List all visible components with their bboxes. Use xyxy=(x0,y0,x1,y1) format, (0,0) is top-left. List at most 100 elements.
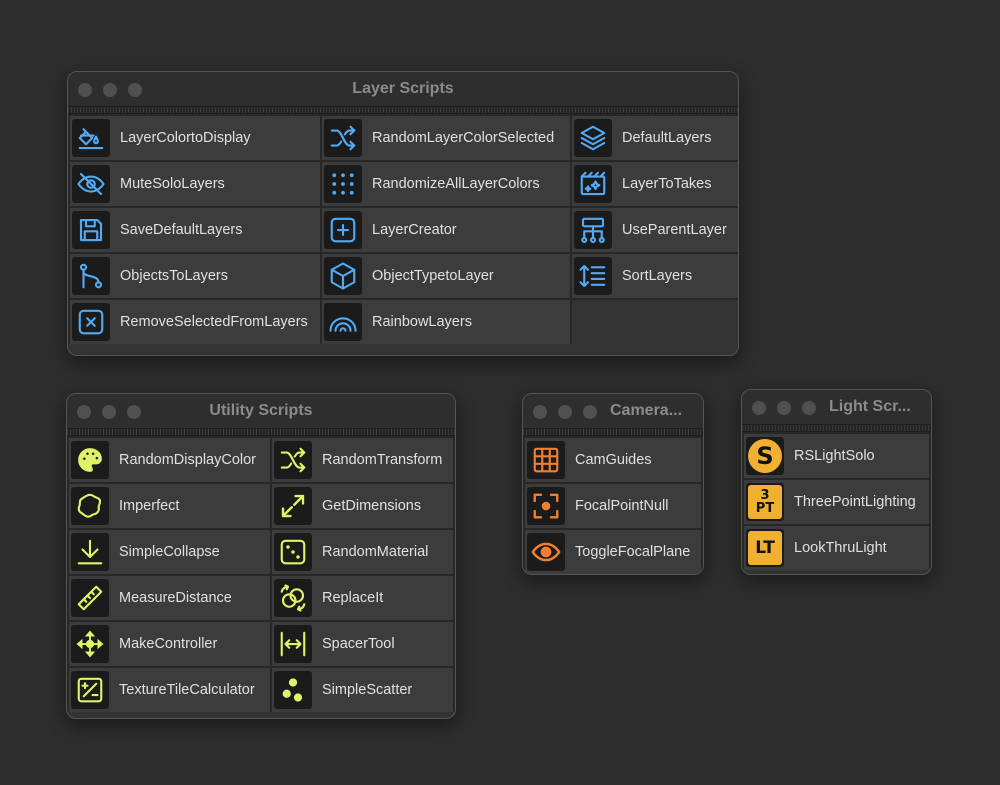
script-label: FocalPointNull xyxy=(575,498,669,514)
drag-separator[interactable] xyxy=(67,428,455,436)
drag-separator[interactable] xyxy=(68,106,738,114)
script-label: RandomLayerColorSelected xyxy=(372,130,555,146)
title-bar[interactable]: Utility Scripts xyxy=(67,394,455,428)
three-point-badge-icon: 3 PT xyxy=(746,483,784,521)
script-button-look-thru-light[interactable]: LT LookThruLight xyxy=(744,526,929,570)
script-button-layer-color-to-display[interactable]: LayerColortoDisplay xyxy=(70,116,320,160)
script-button-use-parent-layer[interactable]: UseParentLayer xyxy=(572,208,738,252)
rs-solo-badge-icon: S xyxy=(746,437,784,475)
script-button-toggle-focal-plane[interactable]: ToggleFocalPlane xyxy=(525,530,701,574)
script-label: CamGuides xyxy=(575,452,652,468)
eye-off-icon xyxy=(72,165,110,203)
hierarchy-icon xyxy=(574,211,612,249)
ruler-icon xyxy=(71,579,109,617)
script-button-get-dimensions[interactable]: GetDimensions xyxy=(272,484,453,528)
script-button-three-point-lighting[interactable]: 3 PT ThreePointLighting xyxy=(744,480,929,524)
eye-icon xyxy=(527,533,565,571)
title-bar[interactable]: Light Scr... xyxy=(742,390,931,424)
window-title: Camera... xyxy=(610,402,683,419)
script-button-mute-solo-layers[interactable]: MuteSoloLayers xyxy=(70,162,320,206)
script-button-make-controller[interactable]: MakeController xyxy=(69,622,270,666)
script-grid: S RSLightSolo 3 PT ThreePointLighting LT… xyxy=(742,432,931,570)
script-label: SimpleScatter xyxy=(322,682,413,698)
script-label: LayerCreator xyxy=(372,222,457,238)
script-button-layer-creator[interactable]: LayerCreator xyxy=(322,208,570,252)
script-button-sort-layers[interactable]: SortLayers xyxy=(572,254,738,298)
focus-target-icon xyxy=(527,487,565,525)
replace-circles-icon xyxy=(274,579,312,617)
blob-icon xyxy=(71,487,109,525)
script-grid: RandomDisplayColor RandomTransform Imper… xyxy=(67,436,455,712)
spacer-icon xyxy=(274,625,312,663)
script-label: ObjectTypetoLayer xyxy=(372,268,494,284)
window-controls xyxy=(752,401,816,415)
move-arrows-icon xyxy=(71,625,109,663)
script-label: MeasureDistance xyxy=(119,590,232,606)
script-button-objects-to-layers[interactable]: ObjectsToLayers xyxy=(70,254,320,298)
script-label: GetDimensions xyxy=(322,498,422,514)
window-title: Utility Scripts xyxy=(209,402,313,419)
clapperboard-icon xyxy=(574,165,612,203)
window-title: Light Scr... xyxy=(829,398,911,415)
script-button-cam-guides[interactable]: CamGuides xyxy=(525,438,701,482)
script-label: SortLayers xyxy=(622,268,693,284)
close-button[interactable] xyxy=(533,405,547,419)
script-label: UseParentLayer xyxy=(622,222,727,238)
script-button-save-default-layers[interactable]: SaveDefaultLayers xyxy=(70,208,320,252)
script-label: RemoveSelectedFromLayers xyxy=(120,314,308,330)
camera-scripts-window: Camera... CamGuides FocalPointNull Toggl… xyxy=(522,393,704,575)
drag-separator[interactable] xyxy=(523,428,703,436)
title-bar[interactable]: Camera... xyxy=(523,394,703,428)
close-button[interactable] xyxy=(752,401,766,415)
script-label: DefaultLayers xyxy=(622,130,712,146)
sort-lines-icon xyxy=(574,257,612,295)
drag-separator[interactable] xyxy=(742,424,931,432)
script-label: ToggleFocalPlane xyxy=(575,544,691,560)
script-button-rs-light-solo[interactable]: S RSLightSolo xyxy=(744,434,929,478)
script-button-randomize-all-layer-colors[interactable]: RandomizeAllLayerColors xyxy=(322,162,570,206)
script-button-layer-to-takes[interactable]: LayerToTakes xyxy=(572,162,738,206)
title-bar[interactable]: Layer Scripts xyxy=(68,72,738,106)
script-button-default-layers[interactable]: DefaultLayers xyxy=(572,116,738,160)
script-button-random-material[interactable]: RandomMaterial xyxy=(272,530,453,574)
scatter-dots-icon xyxy=(274,671,312,709)
light-scripts-window: Light Scr... S RSLightSolo 3 PT ThreePoi… xyxy=(741,389,932,575)
script-button-object-type-to-layer[interactable]: ObjectTypetoLayer xyxy=(322,254,570,298)
shuffle-icon xyxy=(274,441,312,479)
script-button-focal-point-null[interactable]: FocalPointNull xyxy=(525,484,701,528)
script-button-rainbow-layers[interactable]: RainbowLayers xyxy=(322,300,570,344)
paint-bucket-icon xyxy=(72,119,110,157)
script-button-random-layer-color-selected[interactable]: RandomLayerColorSelected xyxy=(322,116,570,160)
x-square-icon xyxy=(72,303,110,341)
empty-cell xyxy=(572,300,738,344)
script-button-remove-selected-from-layers[interactable]: RemoveSelectedFromLayers xyxy=(70,300,320,344)
script-button-simple-collapse[interactable]: SimpleCollapse xyxy=(69,530,270,574)
script-button-simple-scatter[interactable]: SimpleScatter xyxy=(272,668,453,712)
script-button-random-display-color[interactable]: RandomDisplayColor xyxy=(69,438,270,482)
script-label: MakeController xyxy=(119,636,218,652)
script-button-imperfect[interactable]: Imperfect xyxy=(69,484,270,528)
script-button-spacer-tool[interactable]: SpacerTool xyxy=(272,622,453,666)
script-label: RandomDisplayColor xyxy=(119,452,256,468)
script-label: SaveDefaultLayers xyxy=(120,222,243,238)
layer-scripts-window: Layer Scripts LayerColortoDisplay Random… xyxy=(67,71,739,356)
script-button-texture-tile-calculator[interactable]: TextureTileCalculator xyxy=(69,668,270,712)
zoom-button[interactable] xyxy=(802,401,816,415)
minimize-button[interactable] xyxy=(558,405,572,419)
minimize-button[interactable] xyxy=(777,401,791,415)
dice-icon xyxy=(274,533,312,571)
rainbow-icon xyxy=(324,303,362,341)
script-label: Imperfect xyxy=(119,498,180,514)
script-button-random-transform[interactable]: RandomTransform xyxy=(272,438,453,482)
script-label: RandomMaterial xyxy=(322,544,429,560)
script-label: TextureTileCalculator xyxy=(119,682,255,698)
zoom-button[interactable] xyxy=(583,405,597,419)
script-label: SpacerTool xyxy=(322,636,395,652)
dot-grid-icon xyxy=(324,165,362,203)
script-button-measure-distance[interactable]: MeasureDistance xyxy=(69,576,270,620)
utility-scripts-window: Utility Scripts RandomDisplayColor Rando… xyxy=(66,393,456,719)
script-label: LayerColortoDisplay xyxy=(120,130,251,146)
cube-icon xyxy=(324,257,362,295)
script-label: LayerToTakes xyxy=(622,176,712,192)
script-button-replace-it[interactable]: ReplaceIt xyxy=(272,576,453,620)
